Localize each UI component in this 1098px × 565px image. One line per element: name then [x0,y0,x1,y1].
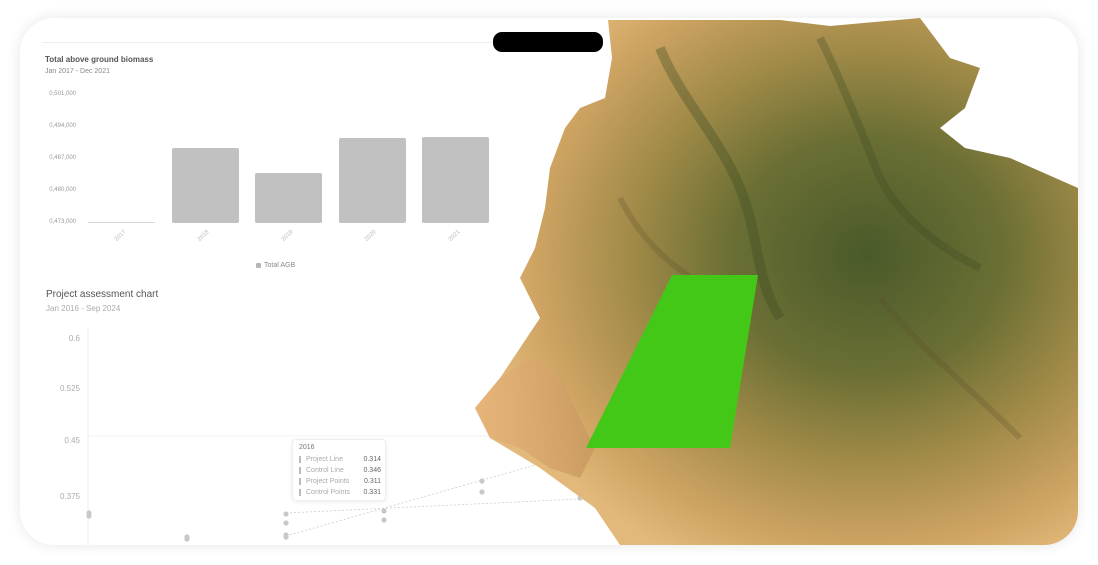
app-card: Total above ground biomass Jan 2017 - De… [20,18,1078,545]
terrain-map[interactable] [20,18,1078,545]
camera-notch [493,32,603,52]
